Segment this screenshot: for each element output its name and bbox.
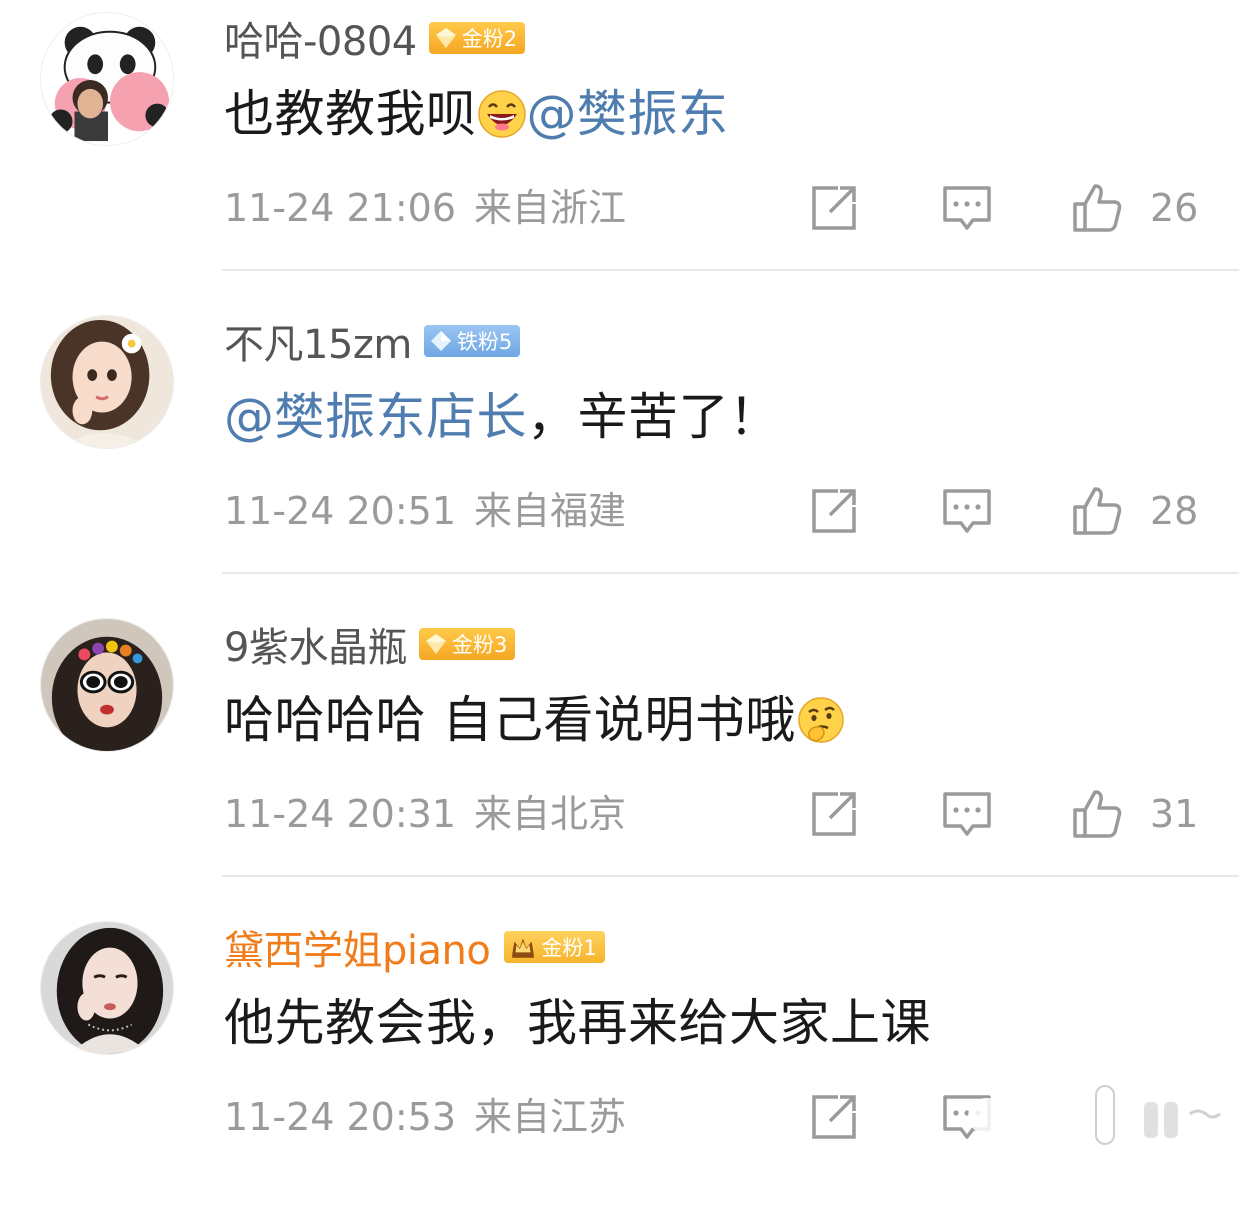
comment-icon[interactable] (941, 182, 993, 234)
comment-body: 哈哈哈哈 自己看说明书哦 (224, 691, 796, 749)
location: 来自江苏 (474, 1095, 627, 1139)
badge-label: 铁粉5 (456, 330, 513, 354)
username[interactable]: 哈哈-0804 (224, 9, 417, 67)
fan-badge[interactable]: 金粉1 (504, 931, 605, 963)
mention-link[interactable]: @樊振东 (527, 85, 729, 143)
thumbs-up-icon[interactable] (1071, 182, 1123, 234)
comment-icon[interactable] (941, 485, 993, 537)
crown-icon (512, 938, 535, 958)
comment-text: 哈哈哈哈 自己看说明书哦 (224, 688, 846, 752)
username[interactable]: 黛西学姐piano (224, 918, 491, 976)
badge-label: 金粉2 (461, 27, 518, 51)
mention-link[interactable]: @樊振东店长 (224, 388, 527, 446)
location: 来自福建 (474, 489, 627, 533)
comment-body: ，辛苦了！ (527, 388, 780, 446)
comment-item: 哈哈-0804 金粉2 也教教我呗 @樊振东 11-24 21:06 来自浙江 2… (0, 0, 1239, 303)
timestamp: 11-24 20:31 (224, 792, 457, 836)
comment-body: 他先教会我，我再来给大家上课 (224, 994, 931, 1052)
avatar[interactable] (40, 12, 174, 146)
avatar[interactable] (40, 921, 174, 1055)
like-count: 31 (1150, 792, 1199, 836)
share-icon[interactable] (808, 1091, 860, 1143)
laughing-emoji-icon (477, 90, 526, 138)
divider (222, 269, 1239, 271)
like-count: 26 (1150, 186, 1199, 230)
comment-item: 不凡15zm 铁粉5 @樊振东店长，辛苦了！ 11-24 20:51 来自福建 2… (0, 303, 1239, 606)
gold-gem-icon (425, 634, 446, 654)
fan-badge[interactable]: 金粉3 (418, 628, 516, 660)
comment-meta: 11-24 21:06 来自浙江 (224, 183, 626, 233)
comment-meta: 11-24 20:53 来自江苏 (224, 1092, 626, 1142)
divider (222, 572, 1239, 574)
timestamp: 11-24 21:06 (224, 186, 457, 230)
share-icon[interactable] (808, 485, 860, 537)
timestamp: 11-24 20:53 (224, 1095, 457, 1139)
thumbs-up-icon[interactable] (1071, 788, 1123, 840)
comment-meta: 11-24 20:51 来自福建 (224, 486, 626, 536)
share-icon[interactable] (808, 182, 860, 234)
avatar[interactable] (40, 315, 174, 449)
divider (222, 875, 1239, 877)
comment-text: @樊振东店长，辛苦了！ (224, 385, 780, 449)
comment-icon[interactable] (941, 788, 993, 840)
username[interactable]: 9紫水晶瓶 (224, 615, 407, 673)
badge-label: 金粉3 (451, 633, 508, 657)
comment-item: 9紫水晶瓶 金粉3 哈哈哈哈 自己看说明书哦 11-24 20:31 来自北京 3… (0, 606, 1239, 909)
badge-label: 金粉1 (541, 936, 597, 960)
share-icon[interactable] (808, 788, 860, 840)
username[interactable]: 不凡15zm (224, 312, 412, 370)
diamond-icon (430, 331, 451, 351)
comment-text: 也教教我呗 @樊振东 (224, 82, 729, 146)
comment-body: 也教教我呗 (224, 85, 477, 143)
location: 来自北京 (474, 792, 627, 836)
fan-badge[interactable]: 金粉2 (428, 22, 526, 54)
avatar[interactable] (40, 618, 174, 752)
location: 来自浙江 (474, 186, 627, 230)
timestamp: 11-24 20:51 (224, 489, 457, 533)
gold-gem-icon (435, 28, 456, 48)
thinking-emoji-icon (798, 697, 844, 743)
thumbs-up-icon[interactable] (1071, 485, 1123, 537)
watermark (968, 1084, 1230, 1148)
like-count: 28 (1150, 489, 1199, 533)
comment-meta: 11-24 20:31 来自北京 (224, 789, 626, 839)
comment-text: 他先教会我，我再来给大家上课 (224, 991, 931, 1055)
comment-item: 黛西学姐piano 金粉1 他先教会我，我再来给大家上课 11-24 20:53… (0, 909, 1239, 1212)
fan-badge[interactable]: 铁粉5 (423, 325, 521, 357)
